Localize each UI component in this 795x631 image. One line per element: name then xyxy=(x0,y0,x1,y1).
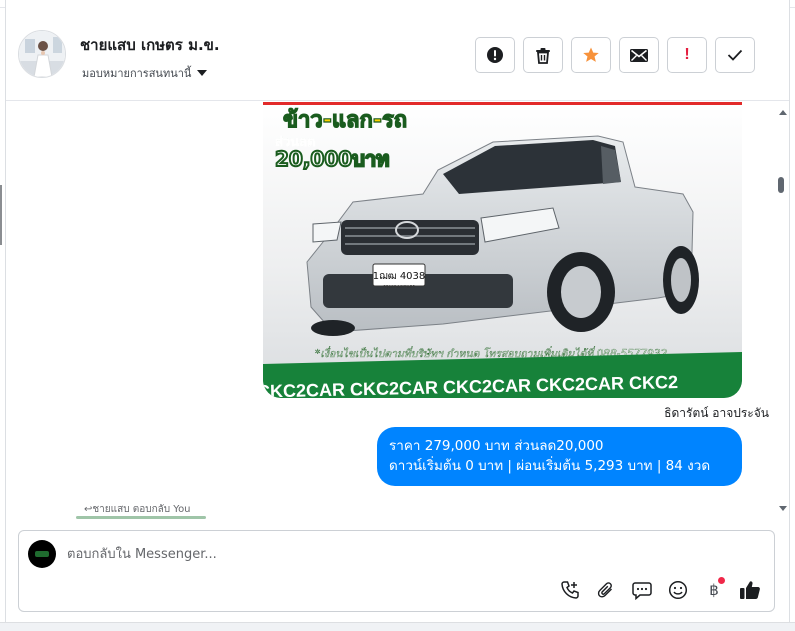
mark-done-button[interactable] xyxy=(715,37,755,73)
thread-scrollbar[interactable] xyxy=(776,102,787,520)
license-plate: 1ฌฒ 4038 xyxy=(373,271,426,282)
trash-icon xyxy=(536,47,550,64)
scroll-thumb[interactable] xyxy=(778,177,784,193)
assign-label: มอบหมายการสนทนานี้ xyxy=(82,67,192,80)
message-line-1: ราคา 279,000 บาท ส่วนลด20,000 xyxy=(389,438,604,454)
call-add-icon[interactable] xyxy=(559,579,581,601)
window-bottom-strip xyxy=(0,622,795,631)
conversation-header: ชายแสบ เกษตร ม.ข. มอบหมายการสนทนานี้ ! xyxy=(6,8,789,101)
conversation-actions: ! xyxy=(475,37,755,73)
promo-discount-amount: 20,000บาท xyxy=(275,147,389,171)
sender-name: ธิดารัตน์ อาจประจัน xyxy=(664,406,769,420)
emoji-icon[interactable] xyxy=(667,579,689,601)
page-avatar xyxy=(28,540,56,568)
reply-preview-bar xyxy=(76,516,206,519)
license-plate-province: กรุงเทพมหานคร xyxy=(383,284,415,290)
mark-unread-button[interactable] xyxy=(619,37,659,73)
exclamation-icon: ! xyxy=(684,46,690,63)
notification-dot xyxy=(718,577,725,584)
left-scroll-edge[interactable] xyxy=(0,185,2,245)
message-line-2: ดาวน์เริ่มต้น 0 บาท | ผ่อนเริ่มต้น 5,293… xyxy=(389,458,711,474)
alert-circle-icon xyxy=(487,47,503,63)
reply-note: ↩ชายแสบ ตอบกลับ You xyxy=(84,502,191,517)
promo-headline: ข้าว-แลก-รถ xyxy=(283,108,407,133)
contact-avatar[interactable] xyxy=(18,30,66,78)
check-icon xyxy=(727,49,743,61)
reply-input[interactable] xyxy=(67,543,667,565)
delete-button[interactable] xyxy=(523,37,563,73)
assign-conversation-dropdown[interactable]: มอบหมายการสนทนานี้ xyxy=(82,64,208,82)
baht-symbol: ฿ xyxy=(709,581,719,599)
message-bubble[interactable]: ราคา 279,000 บาท ส่วนลด20,000 ดาวน์เริ่ม… xyxy=(377,427,742,486)
follow-up-button[interactable]: ! xyxy=(667,37,707,73)
reply-note-text: ชายแสบ ตอบกลับ You xyxy=(92,504,191,515)
reply-composer: ฿ xyxy=(18,530,775,612)
scroll-up-arrow-icon[interactable] xyxy=(779,110,787,115)
envelope-icon xyxy=(630,48,648,62)
baht-icon[interactable]: ฿ xyxy=(703,577,725,601)
message-thread[interactable]: 1ฌฒ 4038 กรุงเทพมหานคร ข้าว-แลก-รถ ส่วนล… xyxy=(6,102,789,520)
paperclip-icon[interactable] xyxy=(595,579,617,601)
star-icon xyxy=(583,47,599,62)
thumbs-up-icon[interactable] xyxy=(739,579,761,601)
contact-name[interactable]: ชายแสบ เกษตร ม.ข. xyxy=(80,33,220,57)
caret-down-icon xyxy=(197,70,208,76)
scroll-down-arrow-icon[interactable] xyxy=(779,506,787,511)
car-promo-image[interactable]: 1ฌฒ 4038 กรุงเทพมหานคร ข้าว-แลก-รถ ส่วนล… xyxy=(263,102,742,398)
composer-tools: ฿ xyxy=(559,577,761,601)
star-button[interactable] xyxy=(571,37,611,73)
chat-bubble-icon[interactable] xyxy=(631,579,653,601)
spam-button[interactable] xyxy=(475,37,515,73)
